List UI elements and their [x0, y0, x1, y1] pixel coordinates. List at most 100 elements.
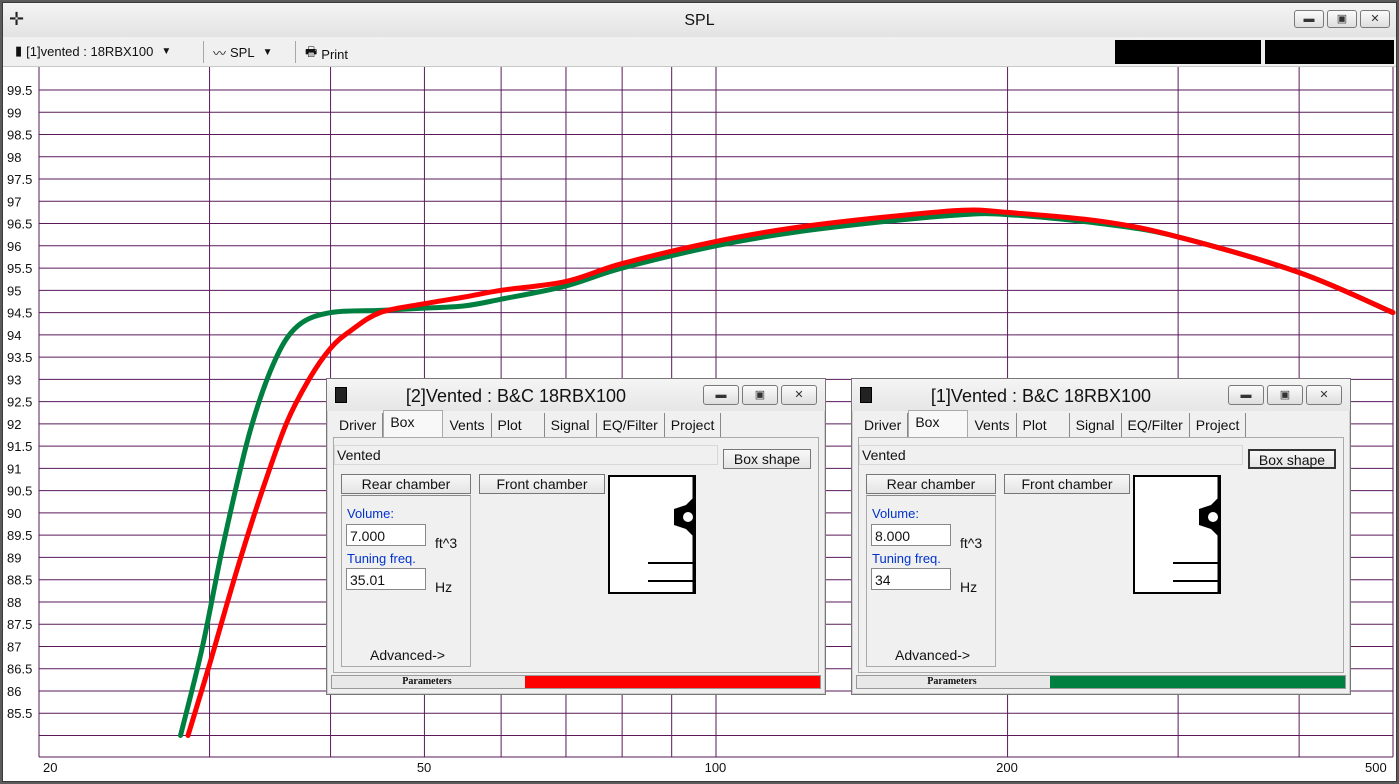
volume-label: Volume:	[872, 506, 919, 521]
tab-box[interactable]: Box	[908, 410, 969, 440]
tab-eq-filter[interactable]: EQ/Filter	[1122, 413, 1190, 437]
y-tick-label: 95	[7, 283, 21, 298]
tuning-freq-input[interactable]: 34	[871, 568, 951, 590]
project-selector[interactable]: ▮ [1]vented : 18RBX100 ▼	[15, 43, 171, 59]
front-chamber-button[interactable]: Front chamber	[1004, 474, 1130, 494]
y-tick-label: 86.5	[7, 662, 32, 677]
tab-vents[interactable]: Vents	[968, 413, 1017, 437]
tuning-freq-input[interactable]: 35.01	[346, 568, 426, 590]
y-tick-label: 93.5	[7, 350, 32, 365]
minimize-button[interactable]: ▬	[1294, 10, 1324, 28]
tab-plot[interactable]: Plot	[492, 413, 545, 437]
spl-window: ✛ SPL ▬ ▣ ✕ ▮ [1]vented : 18RBX100 ▼ 〰 S…	[2, 2, 1397, 782]
maximize-icon: ▣	[1336, 13, 1348, 25]
tab-eq-filter[interactable]: EQ/Filter	[597, 413, 665, 437]
toolbar: ▮ [1]vented : 18RBX100 ▼ 〰 SPL ▼ 🖶 Print	[3, 37, 1396, 67]
advanced-link[interactable]: Advanced->	[895, 647, 970, 663]
y-tick-label: 97	[7, 194, 21, 209]
volume-input[interactable]: 7.000	[346, 524, 426, 546]
close-button[interactable]: ✕	[781, 385, 817, 405]
box-diagram	[608, 475, 696, 594]
maximize-icon: ▣	[1279, 389, 1291, 401]
y-tick-label: 99	[7, 105, 21, 120]
y-tick-label: 87.5	[7, 617, 32, 632]
title-bar[interactable]: ✛ SPL ▬ ▣ ✕	[3, 3, 1396, 37]
toolbar-separator	[295, 41, 296, 63]
y-tick-label: 94	[7, 328, 21, 343]
sub-window-title-bar[interactable]: [2]Vented : B&C 18RBX100 ▬ ▣ ✕	[327, 379, 825, 411]
volume-input[interactable]: 8.000	[871, 524, 951, 546]
y-tick-label: 93	[7, 372, 21, 387]
minimize-button[interactable]: ▬	[1228, 385, 1264, 405]
box-diagram	[1133, 475, 1221, 594]
status-display-left	[1115, 40, 1261, 64]
y-tick-label: 98	[7, 150, 21, 165]
y-tick-label: 89.5	[7, 528, 32, 543]
x-tick-label: 200	[996, 760, 1018, 775]
volume-unit: ft^3	[960, 535, 983, 551]
box-shape-button[interactable]: Box shape	[723, 449, 811, 469]
y-tick-label: 99.5	[7, 83, 32, 98]
print-button[interactable]: 🖶 Print	[305, 43, 348, 65]
close-icon: ✕	[1319, 389, 1329, 401]
box-shape-button[interactable]: Box shape	[1248, 449, 1336, 469]
parameters-label: Parameters	[402, 676, 452, 687]
maximize-button[interactable]: ▣	[742, 385, 778, 405]
tab-signal[interactable]: Signal	[1070, 413, 1122, 437]
sub-window-2[interactable]: [2]Vented : B&C 18RBX100 ▬ ▣ ✕ Driver Bo…	[326, 378, 826, 695]
y-tick-label: 90.5	[7, 484, 32, 499]
advanced-link[interactable]: Advanced->	[370, 647, 445, 663]
sub-window-1[interactable]: [1]Vented : B&C 18RBX100 ▬ ▣ ✕ Driver Bo…	[851, 378, 1351, 695]
y-tick-label: 94.5	[7, 306, 32, 321]
close-button[interactable]: ✕	[1306, 385, 1342, 405]
graph-selector[interactable]: 〰 SPL ▼	[213, 43, 273, 62]
tuning-freq-label: Tuning freq.	[347, 551, 416, 566]
y-tick-label: 91	[7, 461, 21, 476]
series-color-bar	[525, 676, 820, 688]
tab-signal[interactable]: Signal	[545, 413, 597, 437]
sub-window-title-bar[interactable]: [1]Vented : B&C 18RBX100 ▬ ▣ ✕	[852, 379, 1350, 411]
rear-chamber-button[interactable]: Rear chamber	[866, 474, 996, 494]
minimize-button[interactable]: ▬	[703, 385, 739, 405]
close-icon: ✕	[1370, 13, 1380, 25]
graph-wave-icon: 〰	[213, 46, 227, 61]
x-tick-label: 20	[43, 760, 57, 775]
sub-window-title: [1]Vented : B&C 18RBX100	[930, 386, 1152, 406]
tab-box[interactable]: Box	[383, 410, 444, 440]
status-display-right	[1265, 40, 1394, 64]
chevron-down-icon: ▼	[262, 47, 273, 58]
box-type-field[interactable]: Vented	[334, 445, 718, 465]
parameters-label: Parameters	[927, 676, 977, 687]
print-label: Print	[321, 46, 349, 62]
y-tick-label: 88.5	[7, 573, 32, 588]
y-tick-label: 87	[7, 639, 21, 654]
tab-vents[interactable]: Vents	[443, 413, 492, 437]
rear-chamber-button[interactable]: Rear chamber	[341, 474, 471, 494]
tab-plot[interactable]: Plot	[1017, 413, 1070, 437]
maximize-icon: ▣	[754, 389, 766, 401]
minimize-icon: ▬	[1303, 13, 1315, 25]
close-button[interactable]: ✕	[1360, 10, 1390, 28]
tab-project[interactable]: Project	[1190, 413, 1247, 437]
tab-strip: Driver Box Vents Plot Signal EQ/Filter P…	[333, 410, 722, 440]
front-chamber-button[interactable]: Front chamber	[479, 474, 605, 494]
box-type-field[interactable]: Vented	[859, 445, 1243, 465]
maximize-button[interactable]: ▣	[1267, 385, 1303, 405]
graph-selector-label: SPL	[230, 45, 255, 60]
y-tick-label: 86	[7, 684, 21, 699]
x-tick-label: 500	[1365, 760, 1387, 775]
volume-label: Volume:	[347, 506, 394, 521]
tab-driver[interactable]: Driver	[333, 413, 384, 437]
y-tick-label: 96.5	[7, 217, 32, 232]
tab-driver[interactable]: Driver	[858, 413, 909, 437]
volume-unit: ft^3	[435, 535, 458, 551]
y-tick-label: 91.5	[7, 439, 32, 454]
close-icon: ✕	[794, 389, 804, 401]
maximize-button[interactable]: ▣	[1327, 10, 1357, 28]
minimize-icon: ▬	[715, 389, 727, 401]
tuning-freq-unit: Hz	[435, 579, 453, 595]
tab-project[interactable]: Project	[665, 413, 722, 437]
tuning-freq-label: Tuning freq.	[872, 551, 941, 566]
y-tick-label: 95.5	[7, 261, 32, 276]
toolbar-separator	[203, 41, 204, 63]
